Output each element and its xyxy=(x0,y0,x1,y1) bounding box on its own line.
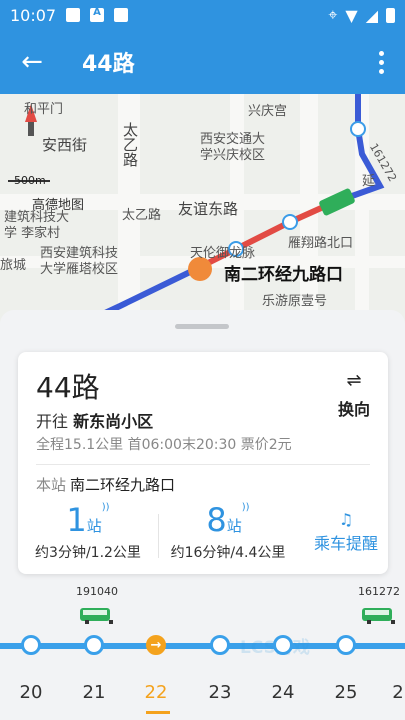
stop-number[interactable]: 21 xyxy=(74,682,114,703)
bus-icon[interactable] xyxy=(362,608,395,624)
status-time: 10:07 xyxy=(10,5,57,25)
back-arrow-icon[interactable]: ← xyxy=(0,30,64,94)
map-label: 太乙路 xyxy=(122,208,162,223)
current-stop-number[interactable]: 22 xyxy=(136,682,176,703)
map-label: 延 xyxy=(362,174,376,189)
stop-number[interactable]: 23 xyxy=(200,682,240,703)
direction: 开往 新东尚小区 xyxy=(36,408,153,432)
realtime-signal-icon: )) xyxy=(241,502,250,513)
stops-unit: 站 xyxy=(226,517,242,535)
map-label: 西安建筑科技大学雁塔校区 xyxy=(40,246,119,277)
stop-marker[interactable] xyxy=(210,635,230,655)
map-label: 旅城 xyxy=(0,258,27,273)
map-label: 和平门 xyxy=(24,102,64,117)
current-station: 本站 南二环经九路口 xyxy=(36,474,175,495)
station-prefix: 本站 xyxy=(36,476,67,494)
stop-number[interactable]: 24 xyxy=(263,682,303,703)
app-notification-icon xyxy=(90,7,105,22)
stop-number[interactable]: 20 xyxy=(11,682,51,703)
map-label: 太乙路 xyxy=(121,122,139,167)
bus-id-label: 161272 xyxy=(358,585,400,598)
stop-number[interactable]: 2 xyxy=(378,682,405,703)
notification-icon xyxy=(66,8,81,22)
battery-icon xyxy=(386,7,395,23)
status-bar: 10:07 ⌖ ▼ ◢ xyxy=(0,0,405,30)
route-map[interactable]: 和平门 安西街 太乙路 西安交通大学兴庆校区 兴庆宫 友谊东路 太乙路 雁翔路北… xyxy=(0,94,405,324)
page-title: 44路 xyxy=(82,52,135,77)
eta: 约3分钟/1.2公里 xyxy=(35,545,141,561)
bus-id-label: 191040 xyxy=(76,585,118,598)
stop-number[interactable]: 25 xyxy=(326,682,366,703)
stop-marker[interactable] xyxy=(336,635,356,655)
bell-icon: ♫ xyxy=(338,510,354,529)
map-label: 天伦御龙脉 xyxy=(190,246,256,261)
station-name: 南二环经九路口 xyxy=(70,476,176,494)
route-info-card: 44路 开往 新东尚小区 全程15.1公里 首06:00末20:30 票价2元 … xyxy=(18,352,388,574)
direction-destination: 新东尚小区 xyxy=(73,412,154,431)
map-label: 西安交通大学兴庆校区 xyxy=(200,132,266,163)
current-stop-map-label: 南二环经九路口 xyxy=(224,265,343,285)
next-bus-1[interactable]: 1站)) 约3分钟/1.2公里 xyxy=(18,502,158,562)
switch-direction-button[interactable]: ⇌ 换向 xyxy=(338,372,370,420)
signal-icon: ◢ xyxy=(365,5,378,25)
map-label: 乐游原壹号 xyxy=(262,294,328,309)
stop-marker[interactable] xyxy=(21,635,41,655)
location-icon: ⌖ xyxy=(328,5,338,24)
realtime-signal-icon: )) xyxy=(101,502,110,513)
map-label: 兴庆宫 xyxy=(248,104,288,119)
bus-icon[interactable] xyxy=(80,608,113,624)
map-label: 建筑科技大学 李家村 xyxy=(4,210,70,241)
wifi-icon: ▼ xyxy=(345,5,358,25)
map-scale: 500m xyxy=(14,174,46,187)
map-label: 友谊东路 xyxy=(178,200,239,218)
stops-away: 1 xyxy=(66,501,87,539)
divider xyxy=(36,464,370,465)
stops-unit: 站 xyxy=(86,517,102,535)
route-info: 全程15.1公里 首06:00末20:30 票价2元 xyxy=(36,437,292,453)
map-label: 雁翔路北口 xyxy=(288,236,354,251)
direction-prefix: 开往 xyxy=(36,412,69,431)
app-bar: ← 44路 xyxy=(0,30,405,94)
stops-away: 8 xyxy=(206,501,227,539)
current-stop-marker[interactable]: → xyxy=(146,635,166,655)
reminder-label: 乘车提醒 xyxy=(313,534,378,553)
ride-reminder-button[interactable]: ♫ 乘车提醒 xyxy=(314,512,378,554)
bottom-sheet: 44路 开往 新东尚小区 全程15.1公里 首06:00末20:30 票价2元 … xyxy=(0,310,405,720)
switch-label: 换向 xyxy=(337,400,370,419)
drag-handle[interactable] xyxy=(175,324,229,329)
stop-marker[interactable] xyxy=(84,635,104,655)
swap-icon: ⇌ xyxy=(346,370,362,391)
current-stop-underline xyxy=(146,711,170,714)
next-bus-2[interactable]: 8站)) 约16分钟/4.4公里 xyxy=(158,502,298,562)
eta: 约16分钟/4.4公里 xyxy=(170,545,286,561)
notification-icon-2 xyxy=(114,8,129,22)
stop-marker[interactable] xyxy=(273,635,293,655)
map-label: 安西街 xyxy=(42,136,88,154)
route-name: 44路 xyxy=(36,371,100,404)
more-options-icon[interactable] xyxy=(357,50,405,74)
